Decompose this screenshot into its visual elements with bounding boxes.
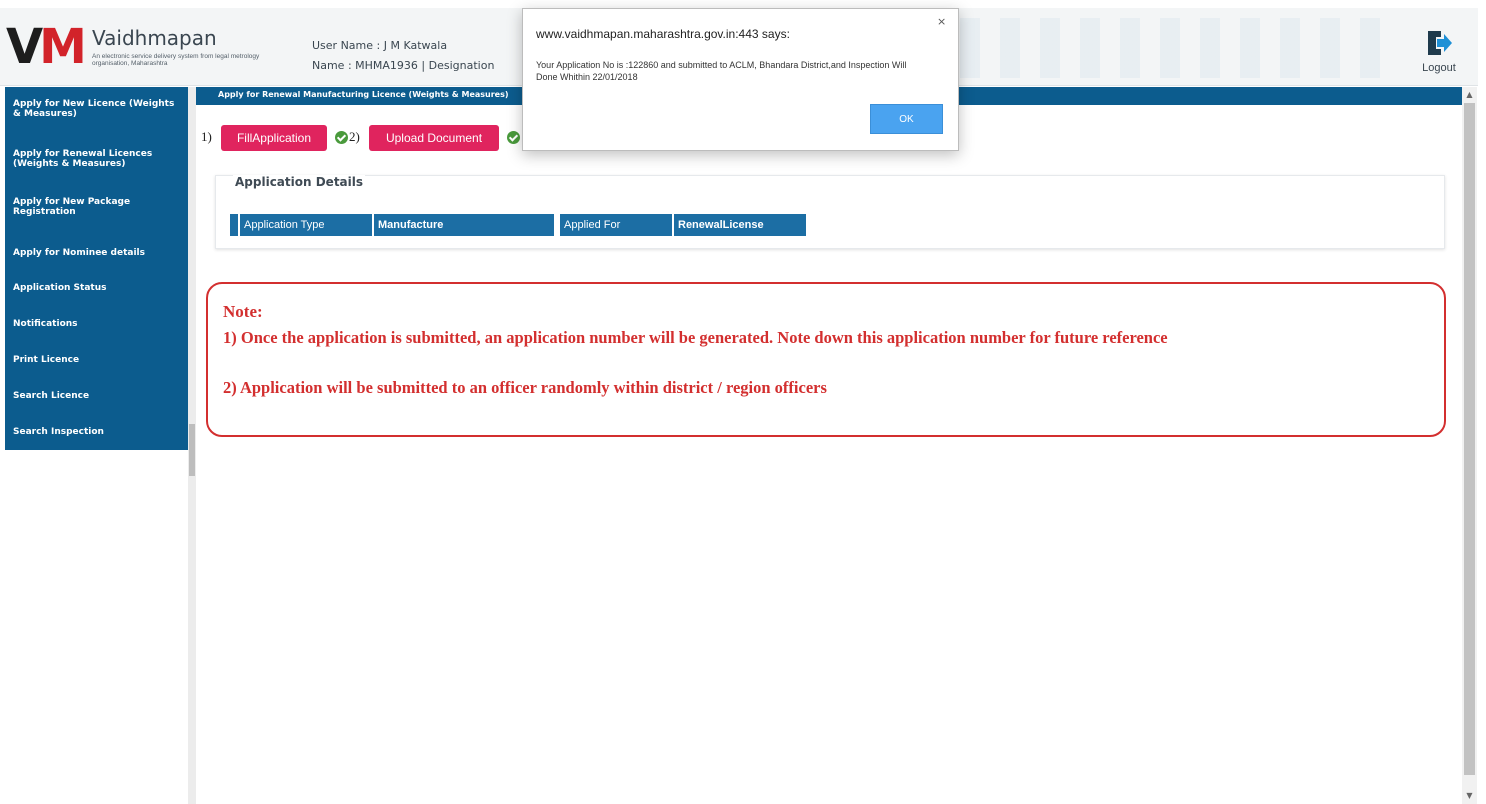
application-details-title: Application Details [233,175,366,189]
row-marker [230,214,238,236]
check-icon [507,131,520,144]
user-name-line: User Name : J M Katwala [312,39,448,52]
sidebar-item-notifications[interactable]: Notifications [13,319,183,329]
logout-icon [1428,31,1452,55]
scroll-down-arrow[interactable]: ▼ [1462,789,1477,803]
applied-for-label: Applied For [560,214,672,236]
sidebar: Apply for New Licence (Weights & Measure… [5,87,188,450]
sidebar-item-apply-renewal-licence[interactable]: Apply for Renewal Licences (Weights & Me… [13,149,183,169]
check-icon [335,131,348,144]
note-line-1: 1) Once the application is submitted, an… [223,328,1168,347]
sidebar-item-print-licence[interactable]: Print Licence [13,355,183,365]
note-title: Note: [223,302,263,321]
sidebar-item-search-licence[interactable]: Search Licence [13,391,183,401]
sidebar-item-apply-nominee-details[interactable]: Apply for Nominee details [13,248,183,258]
sidebar-item-apply-new-licence[interactable]: Apply for New Licence (Weights & Measure… [13,99,183,119]
name-line: Name : MHMA1936 | Designation [312,59,495,72]
app-window: VM Vaidhmapan An electronic service deli… [0,0,1486,804]
step-number: 1) [201,129,212,144]
logo-mark: VM [6,19,87,75]
user-info: User Name : J M Katwala Name : MHMA1936 … [312,36,494,76]
alert-dialog: www.vaidhmapan.maharashtra.gov.in:443 sa… [522,8,959,151]
fill-application-button[interactable]: FillApplication [221,125,327,151]
brand-name: Vaidhmapan [92,26,217,50]
note-box: Note: 1) Once the application is submitt… [206,282,1446,437]
logo: VM [6,22,90,72]
sidebar-scroll-thumb[interactable] [189,424,195,476]
logout-label: Logout [1422,62,1456,74]
page-title: Apply for Renewal Manufacturing Licence … [218,90,509,99]
page-scroll-thumb[interactable] [1464,103,1475,775]
application-type-label: Application Type [240,214,372,236]
application-details-panel: Application Details Application Type Man… [215,175,1445,249]
sidebar-item-apply-package-registration[interactable]: Apply for New Package Registration [13,197,183,217]
logout-button[interactable]: Logout [1414,28,1464,80]
upload-document-button[interactable]: Upload Document [369,125,499,151]
scroll-up-arrow[interactable]: ▲ [1462,88,1477,102]
step-number: 2) [349,129,360,144]
application-type-value: Manufacture [374,214,554,236]
ok-button[interactable]: OK [870,104,943,134]
sidebar-item-application-status[interactable]: Application Status [13,283,183,293]
note-line-2: 2) Application will be submitted to an o… [223,378,827,397]
dialog-origin: www.vaidhmapan.maharashtra.gov.in:443 sa… [536,27,790,41]
sidebar-item-search-inspection[interactable]: Search Inspection [13,427,183,437]
dialog-message: Your Application No is :122860 and submi… [536,60,907,82]
close-icon[interactable]: × [937,15,946,28]
brand-tagline: An electronic service delivery system fr… [92,53,260,67]
header-pattern [960,18,1400,78]
applied-for-value: RenewalLicense [674,214,806,236]
